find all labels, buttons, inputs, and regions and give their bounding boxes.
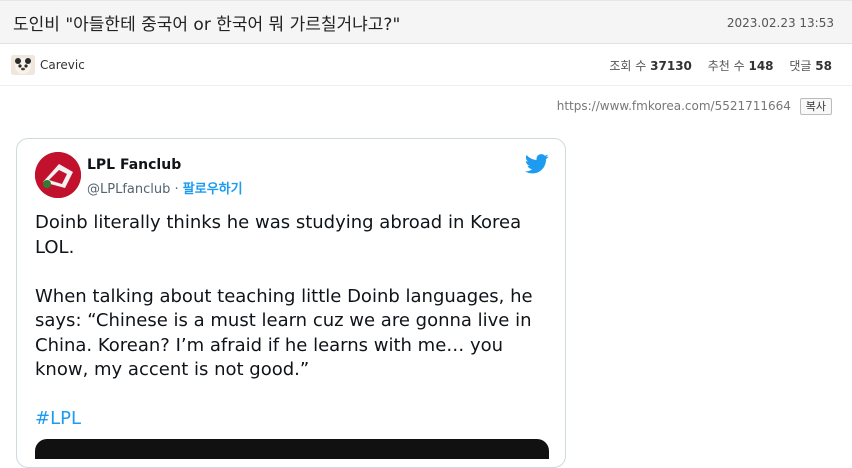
views-count: 37130 — [650, 59, 692, 73]
tweet-paragraph: When talking about teaching little Doinb… — [35, 285, 533, 381]
post-stats: 조회 수 37130 추천 수 148 댓글 58 — [609, 57, 832, 74]
views-label: 조회 수 — [609, 59, 647, 73]
post-url-row: https://www.fmkorea.com/5521711664 복사 — [557, 98, 832, 115]
post-url: https://www.fmkorea.com/5521711664 — [556, 99, 791, 113]
comments-label: 댓글 — [789, 59, 812, 73]
post-date: 2023.02.23 13:53 — [726, 16, 834, 30]
tweet-author-name[interactable]: LPL Fanclub — [87, 157, 181, 173]
tweet-text: Doinb literally thinks he was studying a… — [35, 211, 535, 432]
post-header: 도인비 "아들한테 중국어 or 한국어 뭐 가르칠거냐고?" 2023.02.… — [0, 0, 852, 44]
post-meta: Carevic 조회 수 37130 추천 수 148 댓글 58 — [0, 44, 852, 86]
copy-url-button[interactable]: 복사 — [799, 98, 832, 115]
recommend-label: 추천 수 — [707, 59, 745, 73]
tweet-paragraph: Doinb literally thinks he was studying a… — [35, 212, 522, 258]
embedded-tweet[interactable]: LPL Fanclub @LPLfanclub · 팔로우하기 Doinb li… — [16, 138, 566, 468]
tweet-media[interactable] — [35, 439, 549, 459]
post-title: 도인비 "아들한테 중국어 or 한국어 뭐 가르칠거냐고?" — [13, 15, 401, 35]
tweet-avatar[interactable] — [35, 152, 81, 198]
tweet-hashtag[interactable]: #LPL — [35, 407, 535, 432]
author-name[interactable]: Carevic — [40, 58, 85, 72]
recommend-count: 148 — [748, 59, 774, 73]
twitter-bird-icon[interactable] — [524, 153, 549, 175]
tweet-handle[interactable]: @LPLfanclub — [87, 182, 170, 197]
comments-count: 58 — [815, 59, 832, 73]
follow-button[interactable]: 팔로우하기 — [183, 182, 243, 197]
tweet-handle-row: @LPLfanclub · 팔로우하기 — [87, 178, 243, 197]
author-avatar[interactable] — [11, 55, 35, 75]
tweet-separator: · — [174, 182, 179, 197]
